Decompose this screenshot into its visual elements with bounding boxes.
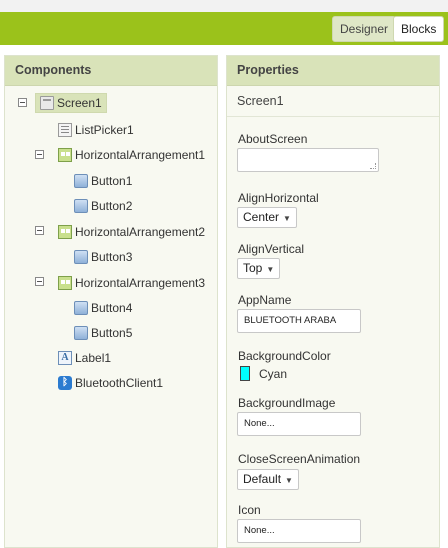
tree-item-label: Button1 [91,174,133,188]
button-icon [74,326,88,340]
background-image-label: BackgroundImage [238,396,336,410]
tree-item-horizontalarrangement3[interactable]: HorizontalArrangement3 [58,272,205,294]
components-panel-title: Components [5,56,217,86]
designer-button[interactable]: Designer [332,16,397,42]
color-swatch[interactable] [240,366,250,381]
icon-picker[interactable]: None... [237,519,361,543]
tree-item-label: Button4 [91,301,133,315]
horizontal-arrangement-icon [58,276,72,290]
align-vertical-value: Top [243,261,263,275]
collapse-harr2-toggle[interactable] [35,226,44,235]
tree-item-label1[interactable]: A Label1 [58,347,111,369]
label-icon: A [58,351,72,365]
tree-item-listpicker1[interactable]: ListPicker1 [58,119,134,141]
close-screen-animation-select[interactable]: Default ▼ [237,469,299,490]
collapse-screen1-toggle[interactable] [18,98,27,107]
selected-highlight: Screen1 [35,93,107,113]
tree-item-button4[interactable]: Button4 [74,297,132,319]
close-screen-animation-value: Default [243,472,282,486]
tree-item-label: Button2 [91,199,133,213]
tree-item-label: Button5 [91,326,133,340]
tree-item-label: HorizontalArrangement2 [75,225,206,239]
about-screen-textarea[interactable] [237,148,379,172]
selected-component-name: Screen1 [227,86,439,117]
align-horizontal-value: Center [243,210,280,224]
button-icon [74,199,88,213]
tree-item-label: BluetoothClient1 [75,376,164,390]
dropdown-caret-icon: ▼ [285,476,293,485]
components-panel: Components Screen1 ListPicker1 Horizonta… [4,55,218,548]
close-screen-animation-label: CloseScreenAnimation [238,452,361,466]
tree-item-label: HorizontalArrangement3 [75,276,206,290]
tree-item-button5[interactable]: Button5 [74,322,132,344]
about-screen-label: AboutScreen [238,132,308,146]
properties-panel: Properties Screen1 AboutScreen AlignHori… [226,55,440,548]
tree-item-bluetoothclient1[interactable]: ᛒ BluetoothClient1 [58,372,163,394]
tree-item-horizontalarrangement1[interactable]: HorizontalArrangement1 [58,144,205,166]
collapse-harr3-toggle[interactable] [35,277,44,286]
background-color-label: BackgroundColor [238,349,331,363]
align-vertical-select[interactable]: Top ▼ [237,258,281,279]
button-icon [74,250,88,264]
blocks-button[interactable]: Blocks [393,16,445,42]
tree-item-label: Label1 [75,351,112,365]
app-name-label: AppName [238,293,292,307]
dropdown-caret-icon: ▼ [266,265,275,274]
horizontal-arrangement-icon [58,225,72,239]
background-color-value[interactable]: Cyan [259,367,287,381]
tree-item-label: ListPicker1 [75,123,134,137]
properties-panel-title: Properties [227,56,439,86]
align-vertical-label: AlignVertical [238,242,305,256]
screen-icon [40,96,54,110]
tree-item-screen1[interactable]: Screen1 [35,92,107,114]
tree-item-button3[interactable]: Button3 [74,246,132,268]
align-horizontal-select[interactable]: Center ▼ [237,207,297,228]
tree-item-label: Button3 [91,250,133,264]
background-image-picker[interactable]: None... [237,412,361,436]
tree-item-button2[interactable]: Button2 [74,195,132,217]
button-icon [74,174,88,188]
tree-item-label: HorizontalArrangement1 [75,148,206,162]
dropdown-caret-icon: ▼ [283,214,291,223]
tree-item-horizontalarrangement2[interactable]: HorizontalArrangement2 [58,221,205,243]
app-name-input[interactable]: BLUETOOTH ARABA [237,309,361,333]
horizontal-arrangement-icon [58,148,72,162]
listpicker-icon [58,123,72,137]
align-horizontal-label: AlignHorizontal [238,191,319,205]
bluetooth-icon: ᛒ [58,376,72,390]
button-icon [74,301,88,315]
tree-item-button1[interactable]: Button1 [74,170,132,192]
collapse-harr1-toggle[interactable] [35,150,44,159]
tree-item-label: Screen1 [57,96,102,110]
icon-label: Icon [238,503,261,517]
